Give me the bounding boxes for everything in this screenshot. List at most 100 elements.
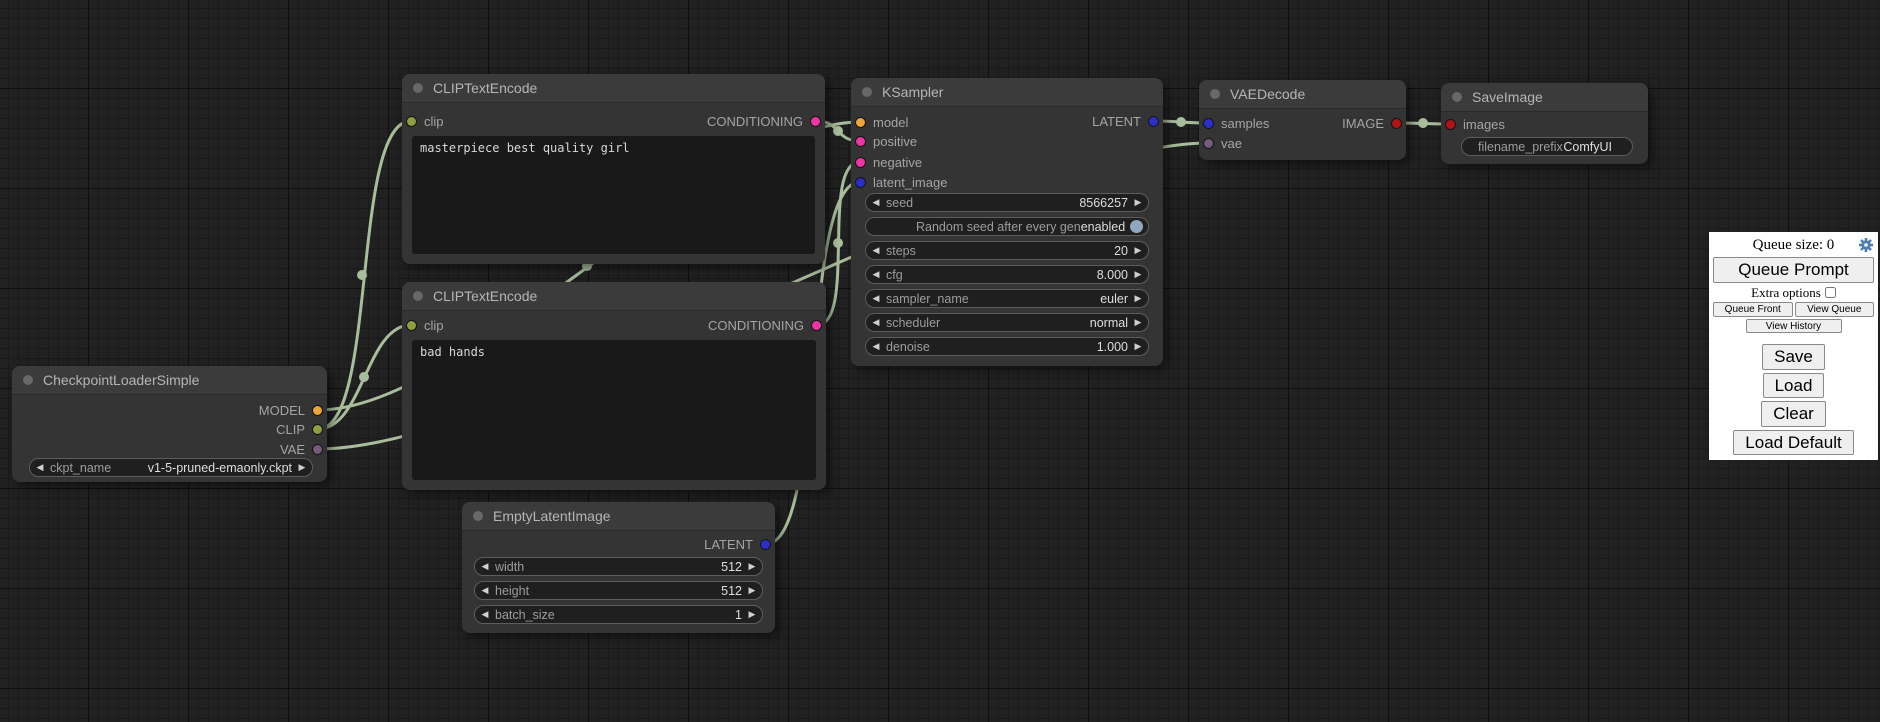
widget-value: normal: [1090, 316, 1128, 330]
model-input-dot[interactable]: [855, 117, 866, 128]
decrement-arrow-icon[interactable]: ◀: [30, 459, 50, 476]
node-title: EmptyLatentImage: [493, 508, 611, 524]
increment-arrow-icon[interactable]: ▶: [742, 582, 762, 599]
node-title-bar[interactable]: CLIPTextEncode: [402, 74, 825, 103]
decrement-arrow-icon[interactable]: ◀: [866, 338, 886, 355]
ckpt-name-widget[interactable]: ◀ ckpt_name v1-5-pruned-emaonly.ckpt ▶: [29, 458, 313, 477]
increment-arrow-icon[interactable]: ▶: [1128, 194, 1148, 211]
decrement-arrow-icon[interactable]: ◀: [866, 194, 886, 211]
increment-arrow-icon[interactable]: ▶: [1128, 338, 1148, 355]
view-queue-button[interactable]: View Queue: [1795, 302, 1875, 317]
decrement-arrow-icon[interactable]: ◀: [866, 242, 886, 259]
latent-output-dot[interactable]: [760, 539, 771, 550]
width-widget[interactable]: ◀ width 512 ▶: [474, 557, 763, 576]
random-seed-toggle-widget[interactable]: Random seed after every gen enabled: [865, 217, 1149, 236]
images-input-dot[interactable]: [1445, 119, 1456, 130]
load-button[interactable]: Load: [1763, 373, 1825, 399]
cfg-widget[interactable]: ◀ cfg 8.000 ▶: [865, 265, 1149, 284]
save-button[interactable]: Save: [1762, 344, 1825, 370]
node-clip-text-encode-negative[interactable]: CLIPTextEncode clip CONDITIONING bad han…: [402, 282, 826, 490]
conditioning-output-dot[interactable]: [811, 320, 822, 331]
clear-button[interactable]: Clear: [1761, 401, 1826, 427]
vae-input-dot[interactable]: [1203, 138, 1214, 149]
decrement-arrow-icon[interactable]: ◀: [475, 558, 495, 575]
node-checkpoint-loader[interactable]: CheckpointLoaderSimple MODEL CLIP VAE ◀ …: [12, 366, 327, 482]
clip-output-dot[interactable]: [312, 424, 323, 435]
slot-label: model: [873, 115, 908, 130]
increment-arrow-icon[interactable]: ▶: [1128, 266, 1148, 283]
node-title: SaveImage: [1472, 89, 1543, 105]
collapse-dot-icon[interactable]: [473, 511, 483, 521]
increment-arrow-icon[interactable]: ▶: [1128, 314, 1148, 331]
model-output-dot[interactable]: [312, 405, 323, 416]
slot-label: latent_image: [873, 175, 947, 190]
node-title: CLIPTextEncode: [433, 80, 537, 96]
node-title-bar[interactable]: EmptyLatentImage: [462, 502, 775, 531]
widget-value: ComfyUI: [1563, 140, 1624, 154]
node-title-bar[interactable]: CheckpointLoaderSimple: [12, 366, 327, 395]
latent-input-dot[interactable]: [855, 177, 866, 188]
settings-gear-icon[interactable]: [1858, 237, 1874, 253]
extra-options-checkbox[interactable]: [1825, 287, 1836, 298]
steps-widget[interactable]: ◀ steps 20 ▶: [865, 241, 1149, 260]
increment-arrow-icon[interactable]: ▶: [1128, 242, 1148, 259]
decrement-arrow-icon[interactable]: ◀: [866, 290, 886, 307]
increment-arrow-icon[interactable]: ▶: [1128, 290, 1148, 307]
node-title-bar[interactable]: VAEDecode: [1199, 80, 1406, 109]
slot-label: negative: [873, 155, 922, 170]
widget-value: euler: [1100, 292, 1128, 306]
latent-output-dot[interactable]: [1148, 116, 1159, 127]
height-widget[interactable]: ◀ height 512 ▶: [474, 581, 763, 600]
widget-label: width: [495, 560, 524, 574]
increment-arrow-icon[interactable]: ▶: [742, 606, 762, 623]
node-title-bar[interactable]: KSampler: [851, 78, 1163, 107]
node-vae-decode[interactable]: VAEDecode samples vae IMAGE: [1199, 80, 1406, 160]
node-ksampler[interactable]: KSampler model positive negative latent_…: [851, 78, 1163, 366]
output-slot-latent: LATENT: [1092, 112, 1159, 130]
decrement-arrow-icon[interactable]: ◀: [866, 266, 886, 283]
view-history-button[interactable]: View History: [1746, 319, 1842, 333]
image-output-dot[interactable]: [1391, 118, 1402, 129]
widget-label: sampler_name: [886, 292, 969, 306]
node-clip-text-encode-positive[interactable]: CLIPTextEncode clip CONDITIONING masterp…: [402, 74, 825, 264]
queue-front-button[interactable]: Queue Front: [1713, 302, 1793, 317]
seed-widget[interactable]: ◀ seed 8566257 ▶: [865, 193, 1149, 212]
node-title-bar[interactable]: SaveImage: [1441, 83, 1648, 112]
increment-arrow-icon[interactable]: ▶: [292, 459, 312, 476]
collapse-dot-icon[interactable]: [1452, 92, 1462, 102]
clip-input-dot[interactable]: [406, 116, 417, 127]
slot-label: images: [1463, 117, 1505, 132]
prompt-text-input[interactable]: bad hands: [412, 340, 816, 480]
collapse-dot-icon[interactable]: [413, 83, 423, 93]
collapse-dot-icon[interactable]: [23, 375, 33, 385]
slot-label: CLIP: [276, 422, 305, 437]
vae-output-dot[interactable]: [312, 444, 323, 455]
collapse-dot-icon[interactable]: [1210, 89, 1220, 99]
decrement-arrow-icon[interactable]: ◀: [866, 314, 886, 331]
increment-arrow-icon[interactable]: ▶: [742, 558, 762, 575]
node-title-bar[interactable]: CLIPTextEncode: [402, 282, 826, 311]
node-save-image[interactable]: SaveImage images filename_prefix ComfyUI: [1441, 83, 1648, 164]
denoise-widget[interactable]: ◀ denoise 1.000 ▶: [865, 337, 1149, 356]
samples-input-dot[interactable]: [1203, 118, 1214, 129]
toggle-dot-icon[interactable]: [1130, 220, 1143, 233]
negative-input-dot[interactable]: [855, 157, 866, 168]
node-empty-latent-image[interactable]: EmptyLatentImage LATENT ◀ width 512 ▶ ◀ …: [462, 502, 775, 633]
batch-size-widget[interactable]: ◀ batch_size 1 ▶: [474, 605, 763, 624]
output-slot-image: IMAGE: [1342, 114, 1402, 132]
decrement-arrow-icon[interactable]: ◀: [475, 582, 495, 599]
scheduler-widget[interactable]: ◀ scheduler normal ▶: [865, 313, 1149, 332]
filename-prefix-widget[interactable]: filename_prefix ComfyUI: [1461, 137, 1633, 156]
node-title: KSampler: [882, 84, 943, 100]
load-default-button[interactable]: Load Default: [1733, 430, 1853, 456]
clip-input-dot[interactable]: [406, 320, 417, 331]
prompt-text-input[interactable]: masterpiece best quality girl: [412, 136, 815, 254]
widget-value: 1: [735, 608, 742, 622]
collapse-dot-icon[interactable]: [413, 291, 423, 301]
positive-input-dot[interactable]: [855, 136, 866, 147]
queue-prompt-button[interactable]: Queue Prompt: [1713, 257, 1874, 283]
sampler-name-widget[interactable]: ◀ sampler_name euler ▶: [865, 289, 1149, 308]
collapse-dot-icon[interactable]: [862, 87, 872, 97]
conditioning-output-dot[interactable]: [810, 116, 821, 127]
decrement-arrow-icon[interactable]: ◀: [475, 606, 495, 623]
